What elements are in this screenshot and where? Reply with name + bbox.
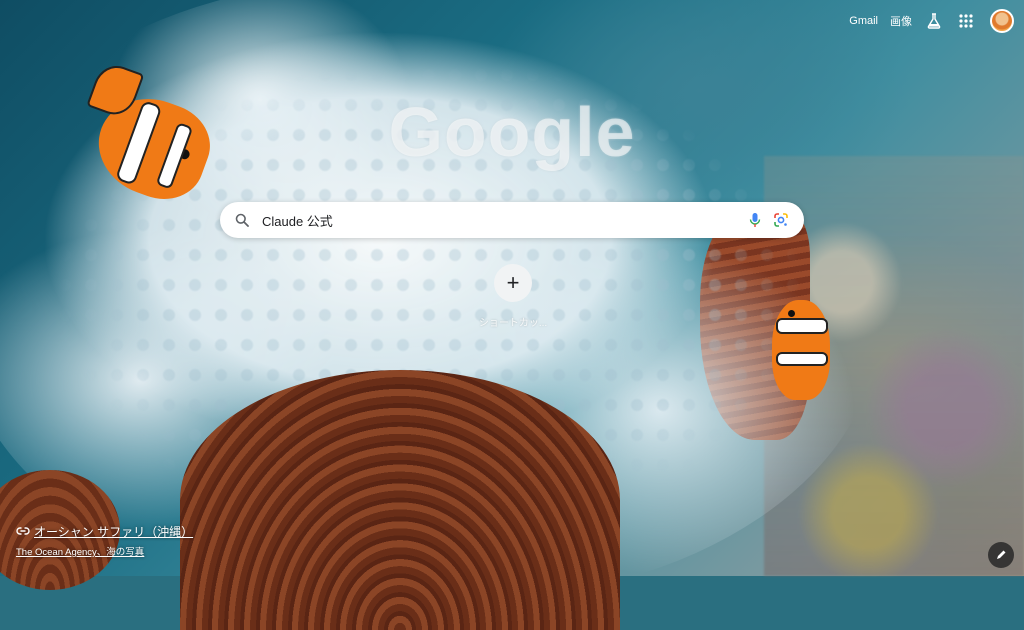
search-icon [232,213,252,227]
images-link[interactable]: 画像 [884,13,918,29]
background-credit-link[interactable]: The Ocean Agency、海の写真 [16,544,193,558]
search-box[interactable]: Claude 公式 [220,202,804,238]
plus-icon[interactable]: + [494,264,532,302]
shortcut-tile[interactable]: + ショートカッ... [472,264,554,329]
shortcut-label: ショートカッ... [478,318,548,329]
apps-grid-icon[interactable] [950,8,982,34]
avatar[interactable] [990,9,1014,33]
pencil-icon[interactable] [988,542,1014,568]
flask-icon[interactable] [918,8,950,34]
clownfish-small [772,300,830,400]
search-input[interactable]: Claude 公式 [252,211,742,230]
link-icon [16,525,30,539]
background-title-link[interactable]: オーシャン サファリ（沖縄） [34,523,193,540]
background-attribution: オーシャン サファリ（沖縄） The Ocean Agency、海の写真 [16,523,193,558]
background-anemone-base [180,370,620,630]
mic-icon[interactable] [742,212,768,228]
google-logo: Google [388,93,636,171]
gmail-link[interactable]: Gmail [843,15,884,27]
camera-lens-icon[interactable] [768,212,794,228]
top-bar: Gmail 画像 [843,8,1014,34]
fish-eye [788,310,795,317]
